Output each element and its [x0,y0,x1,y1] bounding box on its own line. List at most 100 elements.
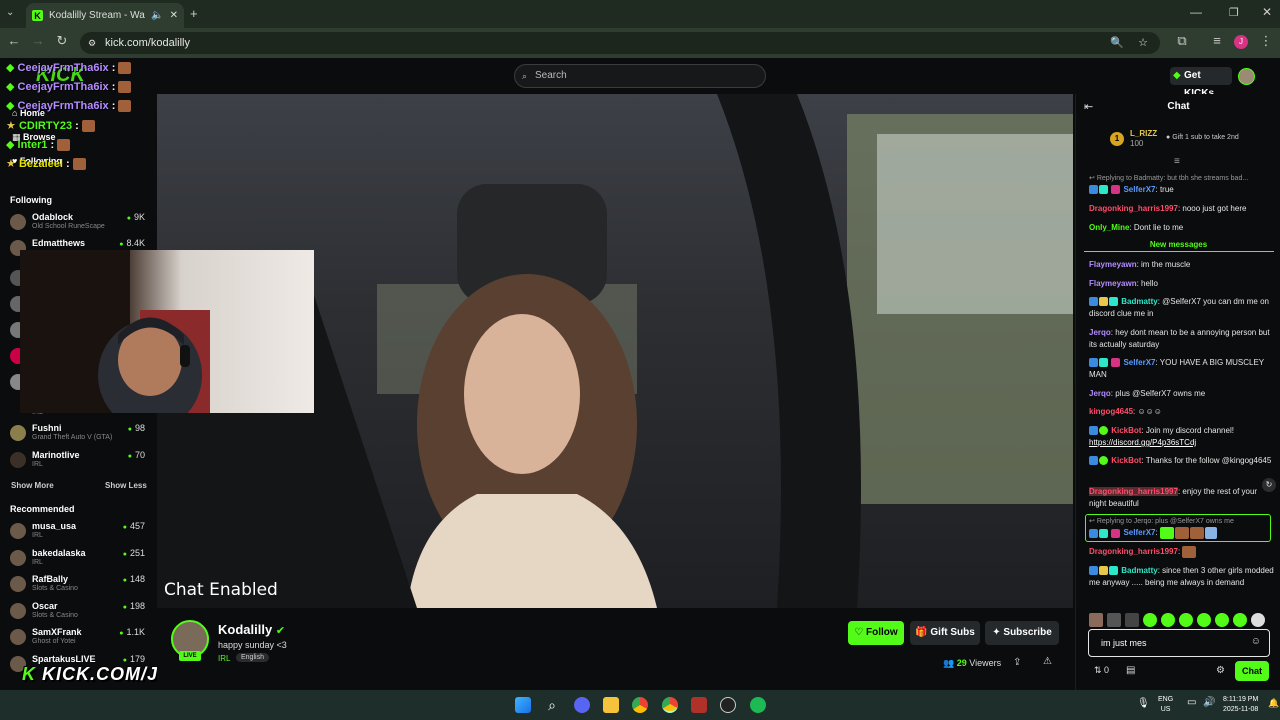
channel-name: Edmatthews [32,238,86,248]
badge-icon: ◆ [6,139,15,151]
close-window-icon[interactable]: ✕ [1262,5,1272,19]
scroll-to-bottom-icon[interactable]: ↻ [1262,478,1276,492]
sidebar-channel-marinotlive[interactable]: Marinotlive IRL 70 [10,450,145,476]
windows-start-icon[interactable] [515,697,531,713]
extensions-icon[interactable]: ⧉ [1172,33,1192,49]
chat-message: Jerqo: hey dont mean to be a annoying pe… [1089,328,1270,349]
user-avatar[interactable] [1238,68,1255,85]
emote-bar [1089,613,1275,627]
sidebar-channel-fushni[interactable]: Fushni Grand Theft Auto V (GTA) 98 [10,423,145,449]
share-icon[interactable]: ⇪ [1013,657,1021,668]
send-chat-button[interactable]: Chat [1235,661,1269,681]
badge-icon [1089,358,1098,368]
chat-message: Jerqo: plus @SelferX7 owns me [1089,389,1206,398]
profile-avatar[interactable]: J [1234,35,1248,49]
report-icon[interactable]: ⚠ [1043,656,1052,667]
zoom-icon[interactable]: 🔍 [1110,32,1124,54]
menu-icon[interactable]: ⋮ [1256,33,1276,49]
emote-icon[interactable] [1089,613,1103,627]
tab-close-icon[interactable]: ✕ [170,10,178,21]
tab-audio-icon[interactable]: 🔈 [151,10,163,21]
browser-tab[interactable]: K Kodalilly Stream - Watch Li 🔈 ✕ [26,3,184,28]
back-icon[interactable]: ← [4,33,24,48]
minimize-icon[interactable]: — [1190,5,1202,19]
gift-subs-button[interactable]: 🎁 Gift Subs [910,621,980,645]
pin-icon[interactable]: ≡ [1174,156,1180,167]
emote-icon[interactable] [1125,613,1139,627]
chrome-profile-icon[interactable] [662,697,678,713]
emoji-icon[interactable]: ☺ [1251,636,1261,647]
gift-icon [1111,185,1121,195]
app-icon[interactable] [720,697,736,713]
notification-icon[interactable]: 🔔 [1268,698,1279,709]
chat-settings-icon[interactable]: ⚙ [1216,665,1225,676]
sidebar-channel-musa-usa[interactable]: musa_usa IRL 457 [10,521,145,547]
app-icon[interactable] [691,697,707,713]
url-field[interactable]: ⚙ kick.com/kodalilly 🔍 ☆ [80,32,1160,54]
reload-icon[interactable]: ↻ [52,33,72,49]
show-less-button[interactable]: Show Less [105,481,147,490]
language-indicator[interactable]: ENG US [1158,695,1173,715]
kicks-icon: ◆ [1173,70,1181,81]
maximize-icon[interactable]: ❐ [1229,6,1239,19]
gift-icon [1111,358,1121,368]
avatar [10,550,26,566]
tab-title: Kodalilly Stream - Watch Li [49,10,145,21]
search-icon[interactable]: ⌕ [544,697,560,713]
viewer-count: 98 [128,423,145,433]
bookmark-star-icon[interactable]: ☆ [1138,32,1148,54]
follow-button[interactable]: ♡ Follow [848,621,904,645]
viewer-count: 148 [123,574,145,584]
subscribe-button[interactable]: ✦ Subscribe [985,621,1059,645]
new-messages-label[interactable]: New messages [1076,240,1280,249]
sidebar-channel-odablock[interactable]: Odablock Old School RuneScape 9K [10,212,145,238]
sidebar-channel-samxfrank[interactable]: SamXFrank Ghost of Yotei 1.1K [10,627,145,653]
get-kicks-button[interactable]: ◆ Get KICKs [1170,67,1232,99]
streamer-webcam [20,250,314,413]
network-icon[interactable]: ▭ [1187,697,1196,708]
sidebar-channel-oscar[interactable]: Oscar Slots & Casino 198 [10,601,145,627]
overlay-chat-line: ★ CDIRTY23 : [6,119,95,133]
viewer-count: 457 [123,521,145,531]
site-info-icon[interactable]: ⚙ [88,32,96,54]
show-more-button[interactable]: Show More [11,481,54,490]
channel-category: Ghost of Yotei [32,638,76,645]
discord-link[interactable]: https://discord.gg/P4p36sTCdj [1089,438,1196,447]
reply-icon: ↩ [1089,175,1097,182]
stream-category[interactable]: IRL [218,654,230,663]
kicks-icon: ⇅ [1094,665,1105,675]
emote-icon[interactable] [1143,613,1157,627]
channel-category: IRL [32,532,43,539]
spotify-icon[interactable] [750,697,766,713]
kicks-balance[interactable]: ⇅ 0 [1094,665,1109,676]
emote-icon[interactable] [1179,613,1193,627]
emote-icon [1174,527,1189,539]
tab-list-icon[interactable]: ⌄ [6,7,14,18]
search-input[interactable]: ⌕ Search [514,64,766,88]
sidebar-channel-rafbally[interactable]: RafBally Slots & Casino 148 [10,574,145,600]
file-explorer-icon[interactable] [603,697,619,713]
streamer-name[interactable]: Kodalilly ✔ [218,622,285,637]
chat-rules-icon[interactable]: ▤ [1126,665,1135,676]
badge-icon [1109,566,1118,576]
sidebar-channel-bakedalaska[interactable]: bakedalaska IRL 251 [10,548,145,574]
forward-icon[interactable]: → [28,33,48,48]
emote-icon[interactable] [1107,613,1121,627]
emote-icon[interactable] [1215,613,1229,627]
emote-icon[interactable] [1161,613,1175,627]
emote-icon[interactable] [1197,613,1211,627]
chat-leaderboard[interactable]: 1 L_RIZZ 100 ● Gift 1 sub to take 2nd [1110,129,1275,151]
emote-icon[interactable] [1233,613,1247,627]
stream-tag[interactable]: English [236,653,269,662]
microphone-icon[interactable]: 🎙 [1137,698,1150,709]
emote-icon[interactable] [1251,613,1265,627]
chat-input[interactable]: im just mes ☺ [1088,629,1270,657]
channel-name: Oscar [32,601,58,611]
discord-icon[interactable] [574,697,590,713]
volume-icon[interactable]: 🔊 [1203,697,1215,708]
badge-icon: ◆ [6,100,15,112]
media-icon[interactable]: ≡ [1207,33,1227,48]
new-tab-icon[interactable]: + [190,6,198,21]
clock[interactable]: 8:11:19 PM 2025-11-08 [1223,695,1258,715]
chrome-icon[interactable] [632,697,648,713]
